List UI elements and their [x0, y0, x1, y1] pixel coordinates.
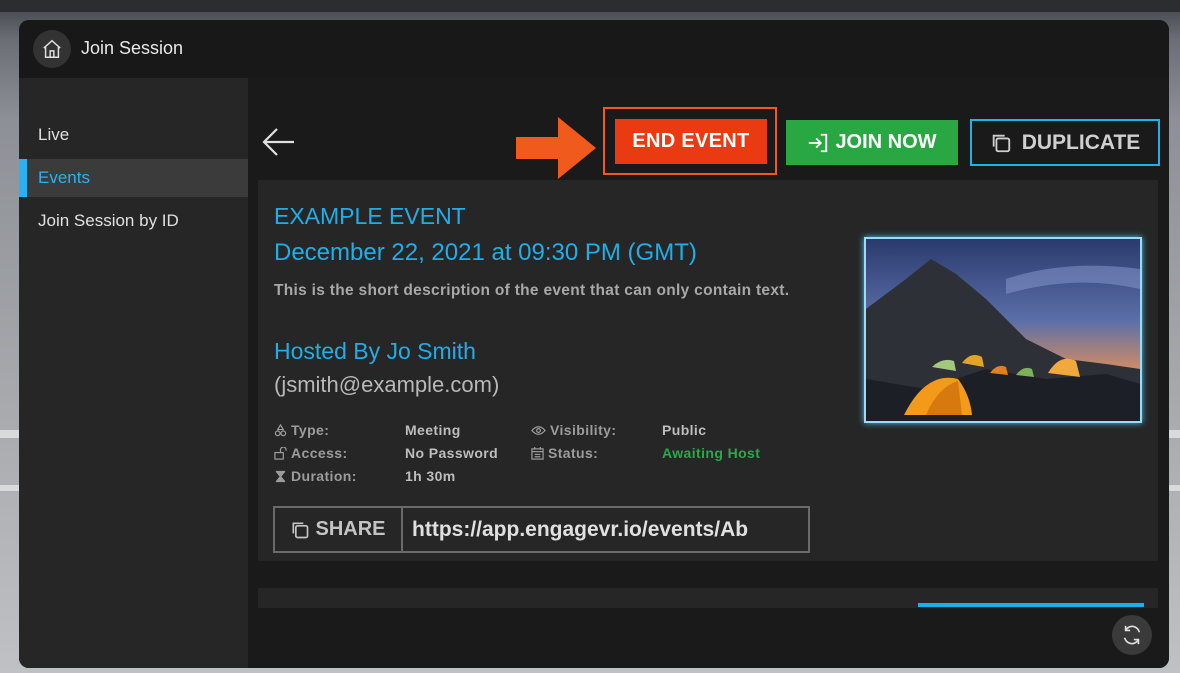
access-value: No Password [405, 445, 499, 461]
share-field: SHARE https://app.engagevr.io/events/Ab [273, 506, 810, 553]
event-thumbnail [864, 237, 1142, 423]
share-url[interactable]: https://app.engagevr.io/events/Ab [403, 508, 748, 551]
access-label-row: Access: [274, 445, 348, 461]
home-button[interactable] [33, 30, 71, 68]
main-panel: END EVENT JOIN NOW DUPLICATE EXAMPLE EVE… [248, 78, 1169, 668]
copy-icon [292, 522, 309, 538]
event-title: EXAMPLE EVENT [274, 203, 466, 229]
title-bar: Join Session [19, 20, 1169, 78]
background-beam [0, 0, 1180, 12]
sidebar-item-join-by-id[interactable]: Join Session by ID [19, 202, 248, 240]
highlight-arrow [516, 117, 596, 179]
join-now-label: JOIN NOW [835, 131, 937, 153]
duplicate-label: DUPLICATE [1021, 130, 1141, 154]
home-icon [43, 39, 61, 58]
join-now-button[interactable]: JOIN NOW [786, 120, 958, 165]
event-card: EXAMPLE EVENT December 22, 2021 at 09:30… [258, 180, 1158, 561]
access-label: Access: [291, 445, 348, 461]
type-label-row: Type: [274, 422, 329, 438]
event-description: This is the short description of the eve… [274, 282, 790, 299]
hourglass-icon [275, 470, 286, 482]
event-host: Hosted By Jo Smith [274, 338, 476, 364]
background-line [1169, 485, 1180, 491]
refresh-button[interactable] [1112, 615, 1152, 655]
eye-icon [531, 425, 546, 435]
visibility-value: Public [662, 422, 707, 438]
end-event-button[interactable]: END EVENT [615, 119, 767, 164]
lock-icon [274, 446, 287, 460]
refresh-icon [1123, 625, 1141, 645]
duration-value: 1h 30m [405, 468, 456, 484]
background-line [0, 485, 19, 491]
sidebar-item-live[interactable]: Live [19, 116, 248, 154]
join-session-window: Join Session Live Events Join Session by… [19, 20, 1169, 668]
share-button[interactable]: SHARE [275, 508, 403, 551]
status-label-row: Status: [531, 445, 598, 461]
status-value: Awaiting Host [662, 445, 761, 461]
event-datetime: December 22, 2021 at 09:30 PM (GMT) [274, 239, 697, 266]
background-line [0, 430, 19, 438]
calendar-icon [531, 446, 544, 460]
sidebar: Live Events Join Session by ID [19, 78, 248, 668]
background-line [1169, 430, 1180, 438]
duration-label: Duration: [291, 468, 357, 484]
duration-label-row: Duration: [274, 468, 357, 484]
visibility-label-row: Visibility: [531, 422, 616, 438]
type-icon [274, 423, 287, 436]
type-label: Type: [291, 422, 330, 438]
duplicate-button[interactable]: DUPLICATE [970, 119, 1160, 166]
status-label: Status: [548, 445, 599, 461]
next-event-accent-bar [918, 603, 1144, 607]
login-icon [809, 133, 828, 152]
sidebar-item-events[interactable]: Events [19, 159, 248, 197]
window-title: Join Session [81, 38, 184, 58]
share-label: SHARE [315, 518, 386, 540]
event-thumbnail-image [866, 239, 1140, 421]
visibility-label: Visibility: [550, 422, 617, 438]
event-host-email: (jsmith@example.com) [274, 372, 500, 397]
back-arrow-icon[interactable] [260, 122, 298, 162]
copy-icon [992, 134, 1010, 152]
type-value: Meeting [405, 422, 461, 438]
